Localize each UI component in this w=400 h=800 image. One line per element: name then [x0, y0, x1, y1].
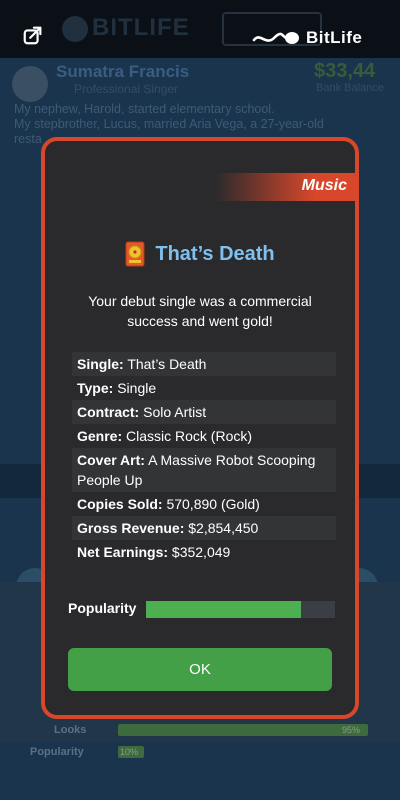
popularity-bar: [146, 601, 335, 618]
detail-row-contract: Contract: Solo Artist: [72, 400, 336, 424]
single-details: Single: That’s Death Type: Single Contra…: [72, 352, 336, 564]
bank-amount: $33,44: [314, 60, 376, 82]
popularity-label: Popularity: [68, 600, 137, 616]
player-avatar: [12, 66, 48, 102]
top-bar: BITLIFE BitLife: [0, 0, 400, 58]
detail-row-genre: Genre: Classic Rock (Rock): [72, 424, 336, 448]
detail-row-type: Type: Single: [72, 376, 336, 400]
stat-value-popularity: 10%: [120, 747, 139, 757]
player-name: Sumatra Francis: [56, 62, 190, 81]
result-message: Your debut single was a commercial succe…: [88, 293, 312, 329]
category-banner: Music: [215, 173, 355, 201]
brand-name: BitLife: [306, 28, 363, 47]
detail-row-single: Single: That’s Death: [72, 352, 336, 376]
share-icon[interactable]: [22, 24, 44, 46]
detail-row-net-earnings: Net Earnings: $352,049: [72, 540, 336, 564]
detail-row-gross-revenue: Gross Revenue: $2,854,450: [72, 516, 336, 540]
brand-logo: BitLife: [252, 28, 362, 48]
background-logo: BITLIFE: [62, 14, 190, 42]
sperm-logo-icon: [252, 32, 299, 44]
detail-row-copies-sold: Copies Sold: 570,890 (Gold): [72, 492, 336, 516]
detail-row-cover-art: Cover Art: A Massive Robot Scooping Peop…: [72, 448, 336, 492]
single-title: That’s Death: [155, 242, 275, 265]
category-label: Music: [301, 177, 347, 194]
popularity-bar-fill: [146, 601, 301, 618]
log-line: My stepbrother, Lucus, married Aria Vega…: [14, 117, 324, 131]
stat-bar-looks: [118, 724, 368, 736]
release-result-dialog: Music That’s Death Your debut single was…: [41, 137, 359, 719]
log-line: My nephew, Harold, started elementary sc…: [14, 102, 275, 116]
stat-value-looks: 95%: [342, 725, 361, 735]
stat-label-popularity: Popularity: [30, 746, 84, 758]
gold-record-icon: [125, 241, 145, 267]
bank-label: Bank Balance: [316, 82, 384, 94]
ok-button[interactable]: OK: [68, 648, 332, 691]
player-occupation: Professional Singer: [74, 82, 179, 96]
stat-label-looks: Looks: [54, 724, 87, 736]
dialog-title-row: That’s Death: [45, 241, 355, 267]
